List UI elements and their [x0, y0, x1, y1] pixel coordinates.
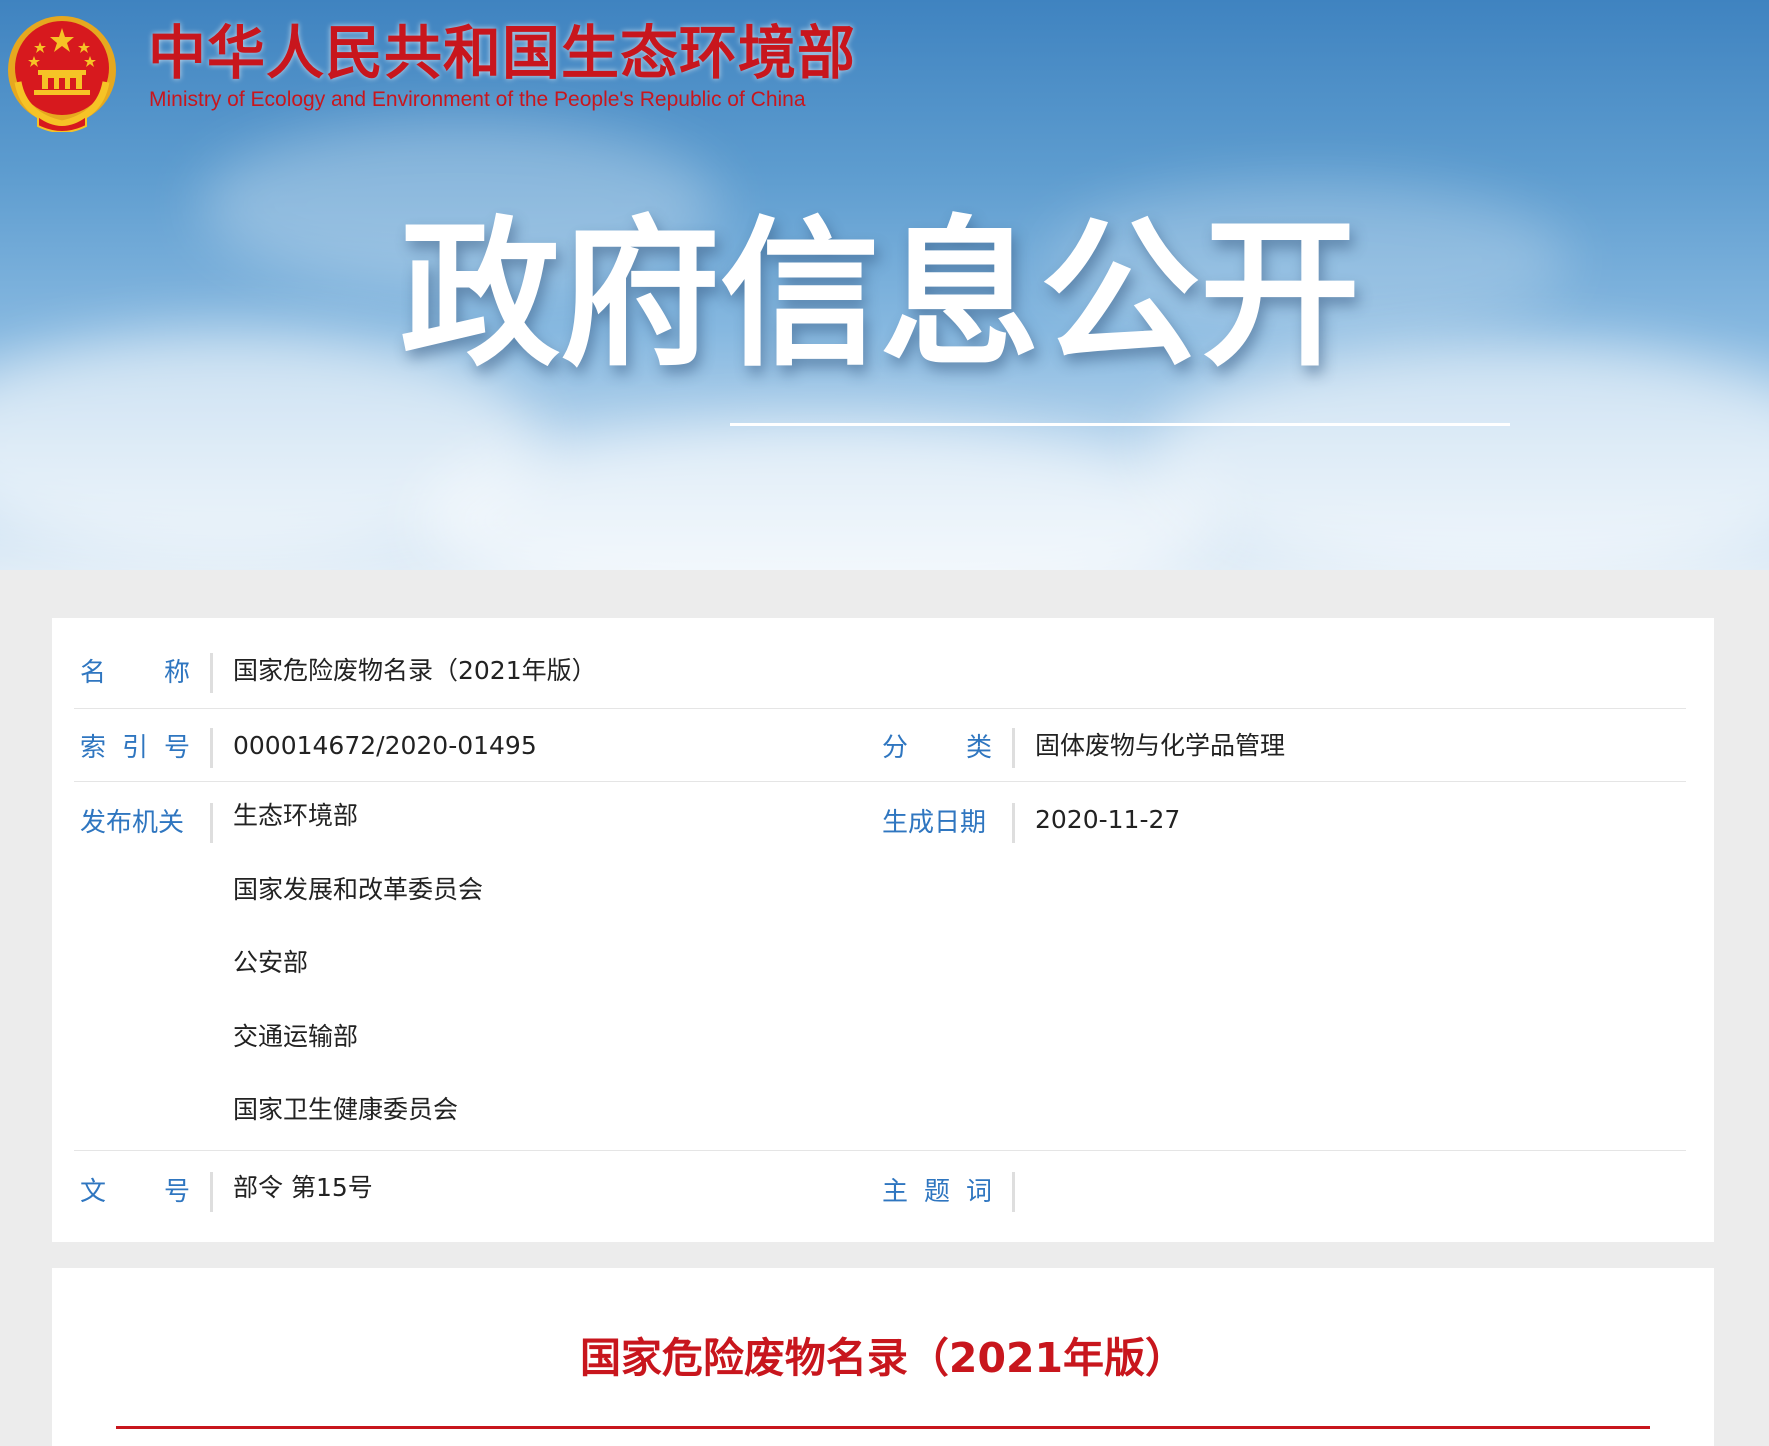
banner-title: 政府信息公开	[400, 201, 1361, 388]
row-divider	[74, 1150, 1686, 1151]
article-title-underline	[116, 1426, 1650, 1429]
name-value: 国家危险废物名录（2021年版）	[233, 656, 597, 685]
issuer-list: 生态环境部 国家发展和改革委员会 公安部 交通运输部 国家卫生健康委员会	[233, 796, 483, 1164]
issuer-item: 国家卫生健康委员会	[233, 1095, 459, 1124]
doc-number-value: 部令 第15号	[233, 1173, 373, 1202]
date-label: 生成日期	[882, 808, 987, 838]
keywords-label: 主题词	[882, 1177, 992, 1207]
category-label: 分类	[882, 733, 992, 763]
issuer-item: 公安部	[233, 948, 309, 977]
issuer-item: 国家发展和改革委员会	[233, 874, 484, 904]
label-divider	[1012, 1172, 1015, 1212]
index-value: 000014672/2020-01495	[233, 731, 537, 760]
doc-number-label: 文号	[80, 1177, 190, 1207]
row-divider	[74, 781, 1686, 782]
national-emblem-icon-graphic	[8, 16, 116, 133]
label-divider	[210, 728, 213, 768]
article-title: 国家危险废物名录（2021年版）	[579, 1334, 1187, 1382]
header-banner: 中华人民共和国生态环境部 Ministry of Ecology and Env…	[0, 0, 1769, 570]
cloud-decoration	[420, 420, 1220, 570]
date-value: 2020-11-27	[1035, 805, 1181, 834]
ministry-name-en: Ministry of Ecology and Environment of t…	[149, 88, 806, 111]
issuer-label: 发布机关	[80, 808, 185, 838]
name-label: 名称	[80, 658, 190, 688]
national-emblem-icon[interactable]	[4, 12, 120, 133]
label-divider	[1012, 728, 1015, 768]
label-divider	[1012, 803, 1015, 843]
category-value: 固体废物与化学品管理	[1035, 731, 1286, 760]
page: 中华人民共和国生态环境部 Ministry of Ecology and Env…	[0, 0, 1769, 1446]
issuer-item: 生态环境部	[233, 801, 359, 830]
row-divider	[74, 708, 1686, 709]
document-info-card: 名称 国家危险废物名录（2021年版） 索引号 000014672/2020-0…	[52, 618, 1714, 1242]
index-label: 索引号	[80, 733, 190, 763]
label-divider	[210, 1172, 213, 1212]
banner-title-underline	[730, 423, 1510, 426]
label-divider	[210, 653, 213, 693]
issuer-item: 交通运输部	[233, 1021, 359, 1051]
label-divider	[210, 803, 213, 843]
article-card: 国家危险废物名录（2021年版）	[52, 1268, 1714, 1446]
ministry-name-cn[interactable]: 中华人民共和国生态环境部	[148, 18, 856, 88]
